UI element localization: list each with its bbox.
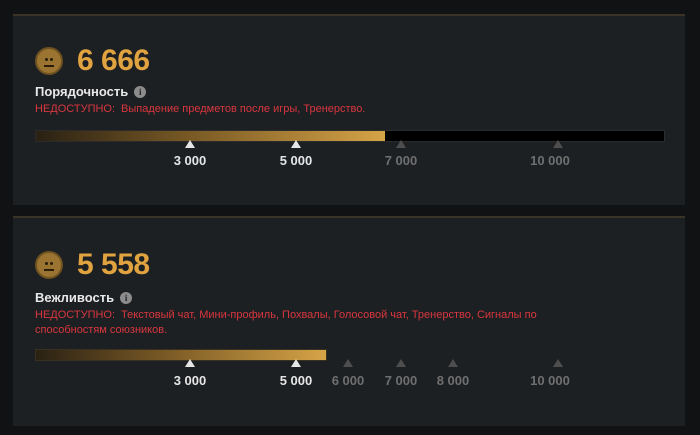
threshold-label: 5 000	[279, 373, 313, 388]
neutral-face-icon	[35, 47, 63, 75]
unavailable-label: НЕДОСТУПНО:	[35, 309, 116, 321]
threshold-label: 7 000	[384, 153, 418, 168]
conduct-unavailable: НЕДОСТУПНО: Выпадение предметов после игр…	[35, 102, 595, 117]
conduct-progress-fill	[36, 131, 385, 141]
conduct-panel: 6 666 Порядочность i НЕДОСТУПНО: Выпадени…	[13, 14, 685, 205]
neutral-face-icon	[35, 251, 63, 279]
threshold-label: 6 000	[331, 373, 365, 388]
unavailable-label: НЕДОСТУПНО:	[35, 103, 116, 115]
behavior-score: 5 558	[77, 248, 150, 281]
threshold-label: 8 000	[436, 373, 470, 388]
threshold-marker	[291, 140, 301, 148]
behavior-title-row: Вежливость i	[35, 290, 133, 305]
threshold-marker	[396, 359, 406, 367]
conduct-score: 6 666	[77, 44, 150, 77]
info-icon[interactable]: i	[134, 85, 147, 98]
threshold-marker	[185, 359, 195, 367]
threshold-marker	[553, 140, 563, 148]
behavior-title: Вежливость	[35, 290, 115, 305]
threshold-label: 3 000	[173, 373, 207, 388]
threshold-label: 10 000	[530, 373, 570, 388]
threshold-marker	[553, 359, 563, 367]
behavior-unavailable: НЕДОСТУПНО: Текстовый чат, Мини-профиль, …	[35, 308, 595, 338]
threshold-label: 3 000	[173, 153, 207, 168]
threshold-marker	[396, 140, 406, 148]
threshold-marker	[185, 140, 195, 148]
behavior-progress-fill	[36, 350, 326, 360]
threshold-label: 7 000	[384, 373, 418, 388]
conduct-score-row: 6 666	[35, 44, 150, 78]
behavior-score-row: 5 558	[35, 248, 150, 282]
behavior-progress-bar	[35, 349, 327, 361]
threshold-label: 5 000	[279, 153, 313, 168]
threshold-marker	[291, 359, 301, 367]
threshold-label: 10 000	[530, 153, 570, 168]
conduct-title: Порядочность	[35, 84, 129, 99]
info-icon[interactable]: i	[120, 291, 133, 304]
threshold-marker	[343, 359, 353, 367]
conduct-title-row: Порядочность i	[35, 84, 147, 99]
threshold-marker	[448, 359, 458, 367]
unavailable-text: Выпадение предметов после игры, Тренерст…	[121, 103, 366, 115]
conduct-progress-bar	[35, 130, 665, 142]
behavior-panel: 5 558 Вежливость i НЕДОСТУПНО: Текстовый …	[13, 216, 685, 426]
